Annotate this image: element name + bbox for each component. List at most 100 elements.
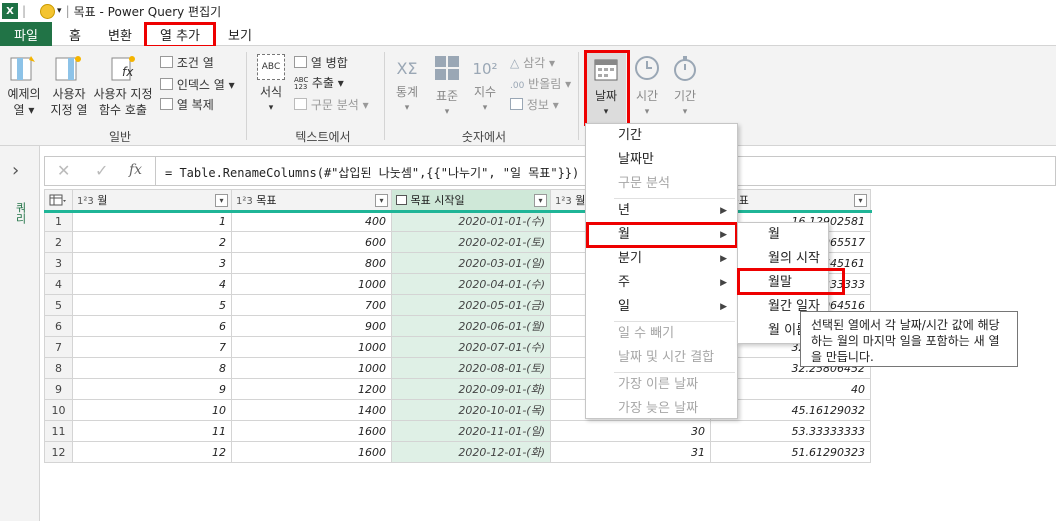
type-icon-number[interactable]: 1²3 (77, 196, 94, 207)
cell-daily-target[interactable]: 51.61290323 (710, 441, 871, 463)
row-number[interactable]: 4 (44, 273, 73, 295)
row-number[interactable]: 1 (44, 210, 73, 232)
cell-start-date[interactable]: 2020-01-01-(수) (391, 210, 551, 232)
menu-item-date-only[interactable]: 날짜만 (586, 148, 654, 172)
expand-queries-icon[interactable]: › (12, 160, 19, 181)
trigonometry-button[interactable]: △ 삼각 ▾ (510, 54, 555, 71)
tab-view[interactable]: 보기 (222, 22, 258, 46)
queries-label[interactable]: 쿼리 (12, 202, 28, 224)
cell-start-date[interactable]: 2020-03-01-(일) (391, 252, 551, 274)
cell-start-date[interactable]: 2020-06-01-(월) (391, 315, 551, 337)
cell-month[interactable]: 3 (72, 252, 232, 274)
menu-item-quarter[interactable]: 분기 ▶ (586, 247, 737, 271)
cell-daily-target[interactable]: 53.33333333 (710, 420, 871, 442)
format-button[interactable]: ABC 서식 ▾ (254, 54, 288, 116)
smiley-feedback-icon[interactable] (40, 3, 56, 19)
menu-item-parse[interactable]: 구문 분석 (586, 172, 670, 196)
cell-month[interactable]: 1 (72, 210, 232, 232)
cell-month[interactable]: 2 (72, 231, 232, 253)
row-number[interactable]: 6 (44, 315, 73, 337)
cell-target[interactable]: 1200 (231, 378, 392, 400)
menu-item-subtract-days[interactable]: 일 수 빼기 (586, 322, 674, 346)
type-icon-number[interactable]: 1²3 (555, 196, 572, 207)
column-from-examples-button[interactable]: 예제의 열 ▾ (4, 54, 44, 118)
cell-month[interactable]: 6 (72, 315, 232, 337)
cell-target[interactable]: 700 (231, 294, 392, 316)
cell-start-date[interactable]: 2020-02-01-(토) (391, 231, 551, 253)
table-menu-button[interactable] (44, 189, 73, 211)
cell-month[interactable]: 9 (72, 378, 232, 400)
tab-transform[interactable]: 변환 (98, 22, 142, 46)
cell-start-date[interactable]: 2020-04-01-(수) (391, 273, 551, 295)
duration-button[interactable]: 기간 ▾ (668, 54, 702, 120)
row-number[interactable]: 8 (44, 357, 73, 379)
cell-target[interactable]: 900 (231, 315, 392, 337)
cell-target[interactable]: 1400 (231, 399, 392, 421)
type-icon-date[interactable] (396, 195, 407, 205)
qat-dropdown-icon[interactable]: ▾ (57, 6, 62, 16)
cell-target[interactable]: 600 (231, 231, 392, 253)
cell-month-2[interactable]: 31 (550, 441, 711, 463)
cell-start-date[interactable]: 2020-11-01-(일) (391, 420, 551, 442)
filter-dropdown-icon[interactable]: ▾ (215, 194, 228, 207)
column-header-target[interactable]: 1²3 목표 ▾ (231, 189, 392, 211)
cell-month-2[interactable]: 30 (550, 420, 711, 442)
conditional-column-button[interactable]: 조건 열 (160, 54, 214, 71)
menu-item-combine-date-time[interactable]: 날짜 및 시간 결합 (586, 346, 714, 370)
row-number[interactable]: 2 (44, 231, 73, 253)
filter-dropdown-icon[interactable]: ▾ (854, 194, 867, 207)
parse-button[interactable]: 구문 분석 ▾ (294, 96, 369, 113)
confirm-icon[interactable]: ✓ (95, 161, 108, 180)
menu-item-day[interactable]: 일 ▶ (586, 295, 737, 319)
submenu-item-month[interactable]: 월 (738, 223, 780, 247)
scientific-button[interactable]: 10² 지수 ▾ (468, 54, 502, 116)
custom-column-button[interactable]: 사용자 지정 열 (48, 54, 90, 118)
statistics-button[interactable]: XΣ 통계 ▾ (390, 54, 424, 116)
cell-start-date[interactable]: 2020-12-01-(화) (391, 441, 551, 463)
tab-home[interactable]: 홈 (60, 22, 90, 46)
rounding-button[interactable]: .00 반올림 ▾ (510, 75, 571, 92)
cell-month[interactable]: 5 (72, 294, 232, 316)
row-number[interactable]: 5 (44, 294, 73, 316)
invoke-custom-function-button[interactable]: fx 사용자 지정 함수 호출 (92, 54, 154, 118)
menu-item-latest[interactable]: 가장 늦은 날짜 (586, 397, 698, 421)
extract-button[interactable]: ABC 123 추출 ▾ (294, 74, 344, 91)
cell-target[interactable]: 1000 (231, 357, 392, 379)
filter-dropdown-icon[interactable]: ▾ (534, 194, 547, 207)
row-number[interactable]: 3 (44, 252, 73, 274)
fx-icon[interactable]: fx (129, 162, 142, 178)
index-column-button[interactable]: 인덱스 열 ▾ (160, 76, 235, 93)
row-number[interactable]: 10 (44, 399, 73, 421)
row-number[interactable]: 9 (44, 378, 73, 400)
cell-month[interactable]: 7 (72, 336, 232, 358)
information-button[interactable]: 정보 ▾ (510, 96, 559, 113)
cell-target[interactable]: 1600 (231, 420, 392, 442)
duplicate-column-button[interactable]: 열 복제 (160, 96, 214, 113)
standard-button[interactable]: 표준 ▾ (430, 54, 464, 120)
cell-month[interactable]: 11 (72, 420, 232, 442)
menu-item-week[interactable]: 주 ▶ (586, 271, 737, 295)
merge-columns-button[interactable]: 열 병합 (294, 54, 348, 71)
time-button[interactable]: 시간 ▾ (630, 54, 664, 120)
row-number[interactable]: 12 (44, 441, 73, 463)
cell-month[interactable]: 8 (72, 357, 232, 379)
cell-month[interactable]: 12 (72, 441, 232, 463)
formula-input[interactable]: = Table.RenameColumns(#"삽입된 나눗셈",{{"나누기"… (165, 164, 579, 181)
cell-start-date[interactable]: 2020-10-01-(목) (391, 399, 551, 421)
cell-target[interactable]: 1600 (231, 441, 392, 463)
submenu-item-month-name[interactable]: 월 이름 (738, 319, 808, 343)
menu-item-earliest[interactable]: 가장 이른 날짜 (586, 373, 698, 397)
cell-start-date[interactable]: 2020-08-01-(토) (391, 357, 551, 379)
column-header-target-start-date[interactable]: 목표 시작일 ▾ (391, 189, 551, 211)
tab-file[interactable]: 파일 (0, 22, 52, 46)
column-header-month[interactable]: 1²3 월 ▾ (72, 189, 232, 211)
row-number[interactable]: 7 (44, 336, 73, 358)
cell-start-date[interactable]: 2020-05-01-(금) (391, 294, 551, 316)
cell-start-date[interactable]: 2020-09-01-(화) (391, 378, 551, 400)
cell-month[interactable]: 10 (72, 399, 232, 421)
cell-month[interactable]: 4 (72, 273, 232, 295)
cell-target[interactable]: 1000 (231, 273, 392, 295)
cell-target[interactable]: 400 (231, 210, 392, 232)
menu-item-year[interactable]: 년 ▶ (586, 199, 737, 223)
cancel-icon[interactable]: ✕ (57, 161, 70, 180)
